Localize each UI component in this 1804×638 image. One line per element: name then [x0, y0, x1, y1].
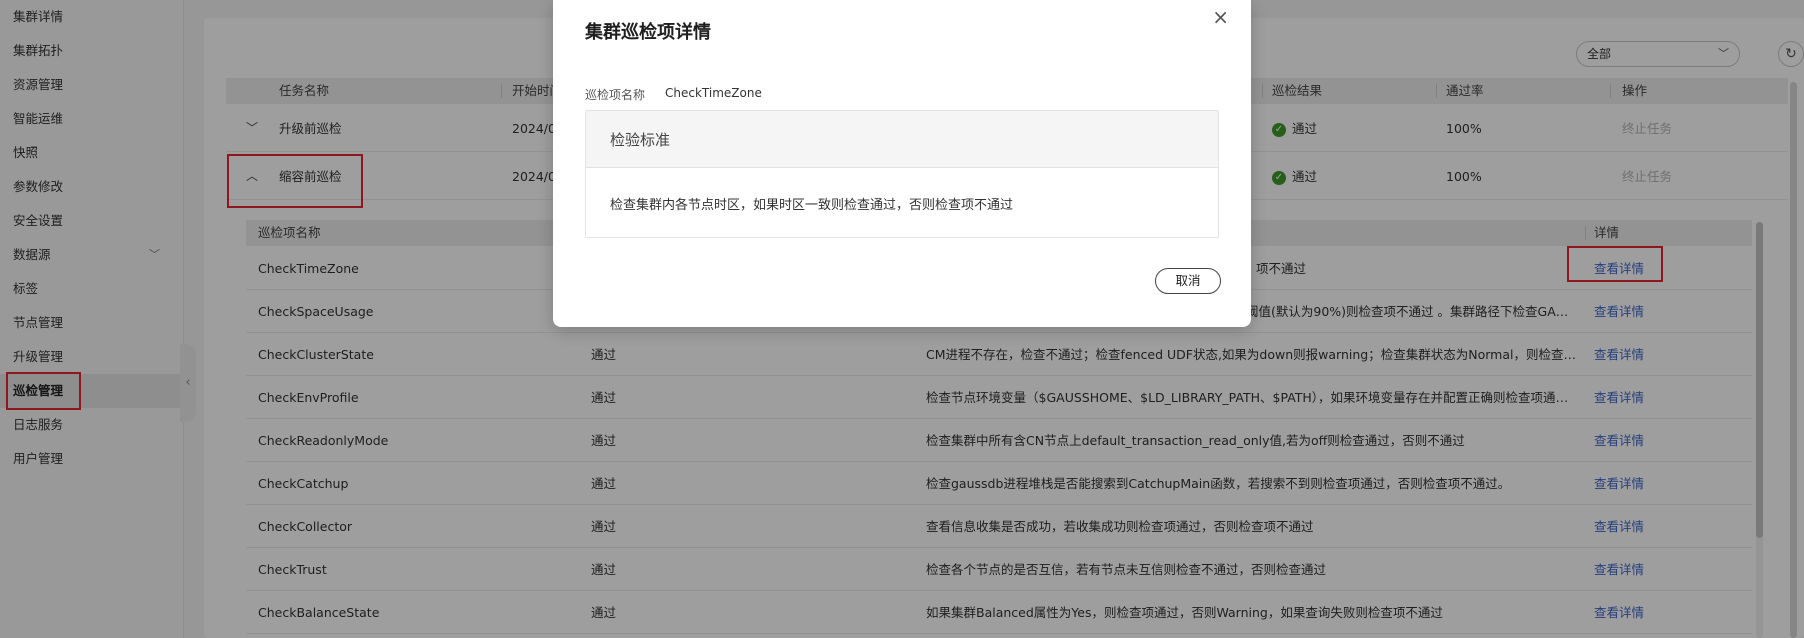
modal-title: 集群巡检项详情	[585, 22, 711, 43]
criteria-panel-header: 检验标准	[586, 111, 1218, 168]
inspection-detail-modal: 集群巡检项详情 × 巡检项名称 CheckTimeZone 检验标准 检查集群内…	[553, 0, 1251, 327]
close-icon[interactable]: ×	[1212, 6, 1229, 28]
criteria-panel-body: 检查集群内各节点时区，如果时区一致则检查通过，否则检查项不通过	[610, 198, 1014, 213]
criteria-panel-title: 检验标准	[610, 131, 671, 149]
criteria-panel: 检验标准 检查集群内各节点时区，如果时区一致则检查通过，否则检查项不通过	[585, 110, 1219, 238]
field-label-item-name: 巡检项名称	[585, 88, 646, 102]
cancel-button[interactable]: 取消	[1155, 268, 1221, 294]
field-value-item-name: CheckTimeZone	[665, 86, 762, 100]
